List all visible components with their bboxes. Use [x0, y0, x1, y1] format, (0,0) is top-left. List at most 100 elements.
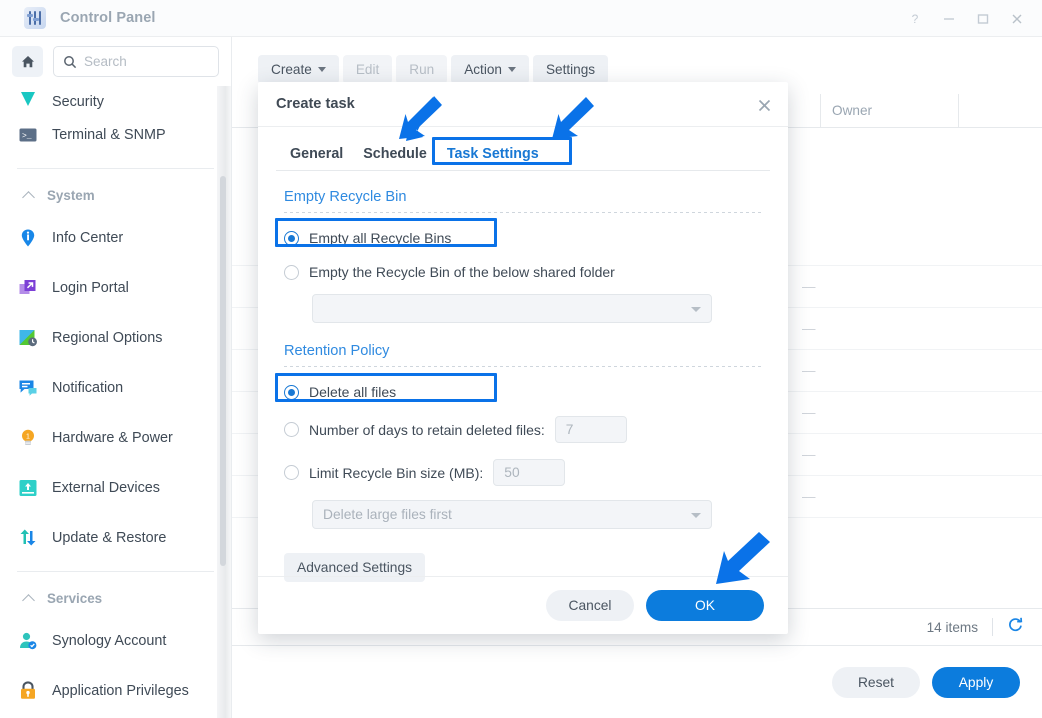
cancel-button-label: Cancel — [568, 598, 612, 613]
sidebar-item-label: Info Center — [52, 230, 124, 246]
window-titlebar: Control Panel ? — [0, 0, 1042, 37]
retain-days-input[interactable]: 7 — [554, 416, 627, 443]
option-empty-shared-folder[interactable]: Empty the Recycle Bin of the below share… — [284, 264, 762, 280]
maximize-button[interactable] — [966, 0, 1000, 37]
sidebar-item-terminal-snmp[interactable]: >_ Terminal & SNMP — [0, 110, 231, 160]
item-count-label: 14 items — [926, 619, 978, 635]
section-rule — [284, 212, 762, 213]
sidebar-item-notification[interactable]: Notification — [0, 363, 231, 413]
sidebar-item-label: Terminal & SNMP — [52, 127, 166, 143]
chevron-down-icon — [691, 513, 701, 518]
close-button[interactable] — [1000, 0, 1034, 37]
option-limit-bin-size[interactable]: Limit Recycle Bin size (MB): 50 — [284, 459, 762, 486]
sidebar-item-security[interactable]: Security — [0, 86, 231, 110]
caret-down-icon — [507, 67, 516, 72]
refresh-icon[interactable] — [1007, 616, 1024, 638]
home-icon[interactable] — [12, 46, 43, 77]
table-header-owner[interactable]: Owner — [820, 93, 958, 128]
dialog-title: Create task — [276, 96, 355, 112]
bin-size-input[interactable]: 50 — [493, 459, 566, 486]
sidebar-group-services[interactable]: Services — [0, 580, 231, 616]
sidebar-item-external-devices[interactable]: External Devices — [0, 463, 231, 513]
minimize-button[interactable] — [932, 0, 966, 37]
tab-task-settings[interactable]: Task Settings — [437, 140, 549, 171]
search-placeholder: Search — [84, 54, 127, 69]
section-rule — [284, 366, 762, 367]
table-cell-next-run-time: — — [802, 363, 816, 378]
dialog-titlebar: Create task — [258, 82, 788, 127]
hardware-power-icon: 1 — [17, 427, 39, 449]
close-icon[interactable] — [754, 95, 774, 115]
option-label: Empty the Recycle Bin of the below share… — [309, 264, 615, 280]
caret-down-icon — [317, 67, 326, 72]
tab-schedule[interactable]: Schedule — [353, 140, 437, 171]
sidebar-item-application-privileges[interactable]: Application Privileges — [0, 666, 231, 716]
bin-size-value: 50 — [504, 465, 520, 480]
sidebar-item-login-portal[interactable]: Login Portal — [0, 263, 231, 313]
radio-limit-bin-size[interactable] — [284, 465, 299, 480]
sidebar-divider — [17, 571, 214, 572]
option-label: Limit Recycle Bin size (MB): — [309, 464, 484, 481]
radio-empty-shared-folder[interactable] — [284, 264, 299, 280]
section-title-empty-recycle-bin: Empty Recycle Bin — [284, 189, 407, 205]
dialog-footer: Cancel OK — [258, 576, 788, 634]
svg-text:1: 1 — [26, 434, 30, 441]
cancel-button[interactable]: Cancel — [546, 590, 634, 621]
sidebar-group-system[interactable]: System — [0, 177, 231, 213]
radio-empty-all-recycle-bins[interactable] — [284, 230, 299, 246]
synology-account-icon — [17, 630, 39, 652]
control-panel-window: Control Panel ? Search Security >_ Termi… — [0, 0, 1042, 718]
sidebar-item-hardware-power[interactable]: 1 Hardware & Power — [0, 413, 231, 463]
sidebar-item-synology-account[interactable]: Synology Account — [0, 616, 231, 666]
delete-order-select[interactable]: Delete large files first — [312, 500, 712, 529]
edit-button[interactable]: Edit — [342, 55, 393, 84]
sidebar-item-label: Security — [52, 94, 104, 110]
create-button-label: Create — [271, 62, 312, 77]
delete-order-select-value: Delete large files first — [323, 507, 452, 522]
shared-folder-select[interactable] — [312, 294, 712, 323]
sidebar-item-label: External Devices — [52, 480, 160, 496]
update-restore-icon — [17, 527, 39, 549]
tab-label: General — [290, 146, 344, 162]
apply-button-label: Apply — [958, 674, 994, 690]
ok-button[interactable]: OK — [646, 590, 764, 621]
reset-button[interactable]: Reset — [832, 666, 920, 698]
run-button[interactable]: Run — [396, 55, 448, 84]
action-button[interactable]: Action — [451, 55, 529, 84]
option-retain-days[interactable]: Number of days to retain deleted files: … — [284, 416, 762, 443]
terminal-icon: >_ — [17, 124, 39, 146]
sidebar-item-update-restore[interactable]: Update & Restore — [0, 513, 231, 563]
run-button-label: Run — [409, 62, 435, 77]
chevron-up-icon — [24, 190, 35, 201]
table-cell-next-run-time: — — [802, 405, 816, 420]
option-label: Number of days to retain deleted files: — [309, 421, 545, 438]
svg-text:>_: >_ — [22, 132, 32, 141]
sidebar-item-label: Application Privileges — [52, 683, 189, 699]
radio-retain-days[interactable] — [284, 422, 299, 437]
sidebar-item-info-center[interactable]: Info Center — [0, 213, 231, 263]
create-button[interactable]: Create — [258, 55, 339, 84]
apply-button[interactable]: Apply — [932, 666, 1020, 698]
page-footer: Reset Apply — [232, 646, 1042, 718]
option-empty-all-recycle-bins[interactable]: Empty all Recycle Bins — [284, 230, 762, 246]
tab-general[interactable]: General — [280, 140, 353, 171]
table-header-label: Owner — [832, 103, 873, 118]
regional-options-icon — [17, 327, 39, 349]
advanced-settings-label: Advanced Settings — [297, 560, 413, 575]
sidebar-item-regional-options[interactable]: Regional Options — [0, 313, 231, 363]
help-button[interactable]: ? — [898, 0, 932, 37]
table-cell-next-run-time: — — [802, 447, 816, 462]
dialog-body: Empty Recycle Bin Empty all Recycle Bins… — [258, 189, 788, 582]
settings-button-label: Settings — [545, 62, 596, 77]
option-delete-all-files[interactable]: Delete all files — [284, 384, 762, 400]
sidebar-item-label: Notification — [52, 380, 124, 396]
radio-delete-all-files[interactable] — [284, 384, 299, 400]
sidebar-divider — [17, 168, 214, 169]
create-task-dialog: Create task General Schedule Task Settin… — [258, 82, 788, 634]
sidebar-item-label: Synology Account — [52, 633, 167, 649]
sidebar-item-label: Update & Restore — [52, 530, 167, 546]
sidebar-scroll-area: Security >_ Terminal & SNMP System Info … — [0, 86, 231, 718]
search-input[interactable]: Search — [53, 46, 219, 77]
dialog-tabs: General Schedule Task Settings — [258, 127, 788, 171]
settings-button[interactable]: Settings — [532, 55, 609, 84]
